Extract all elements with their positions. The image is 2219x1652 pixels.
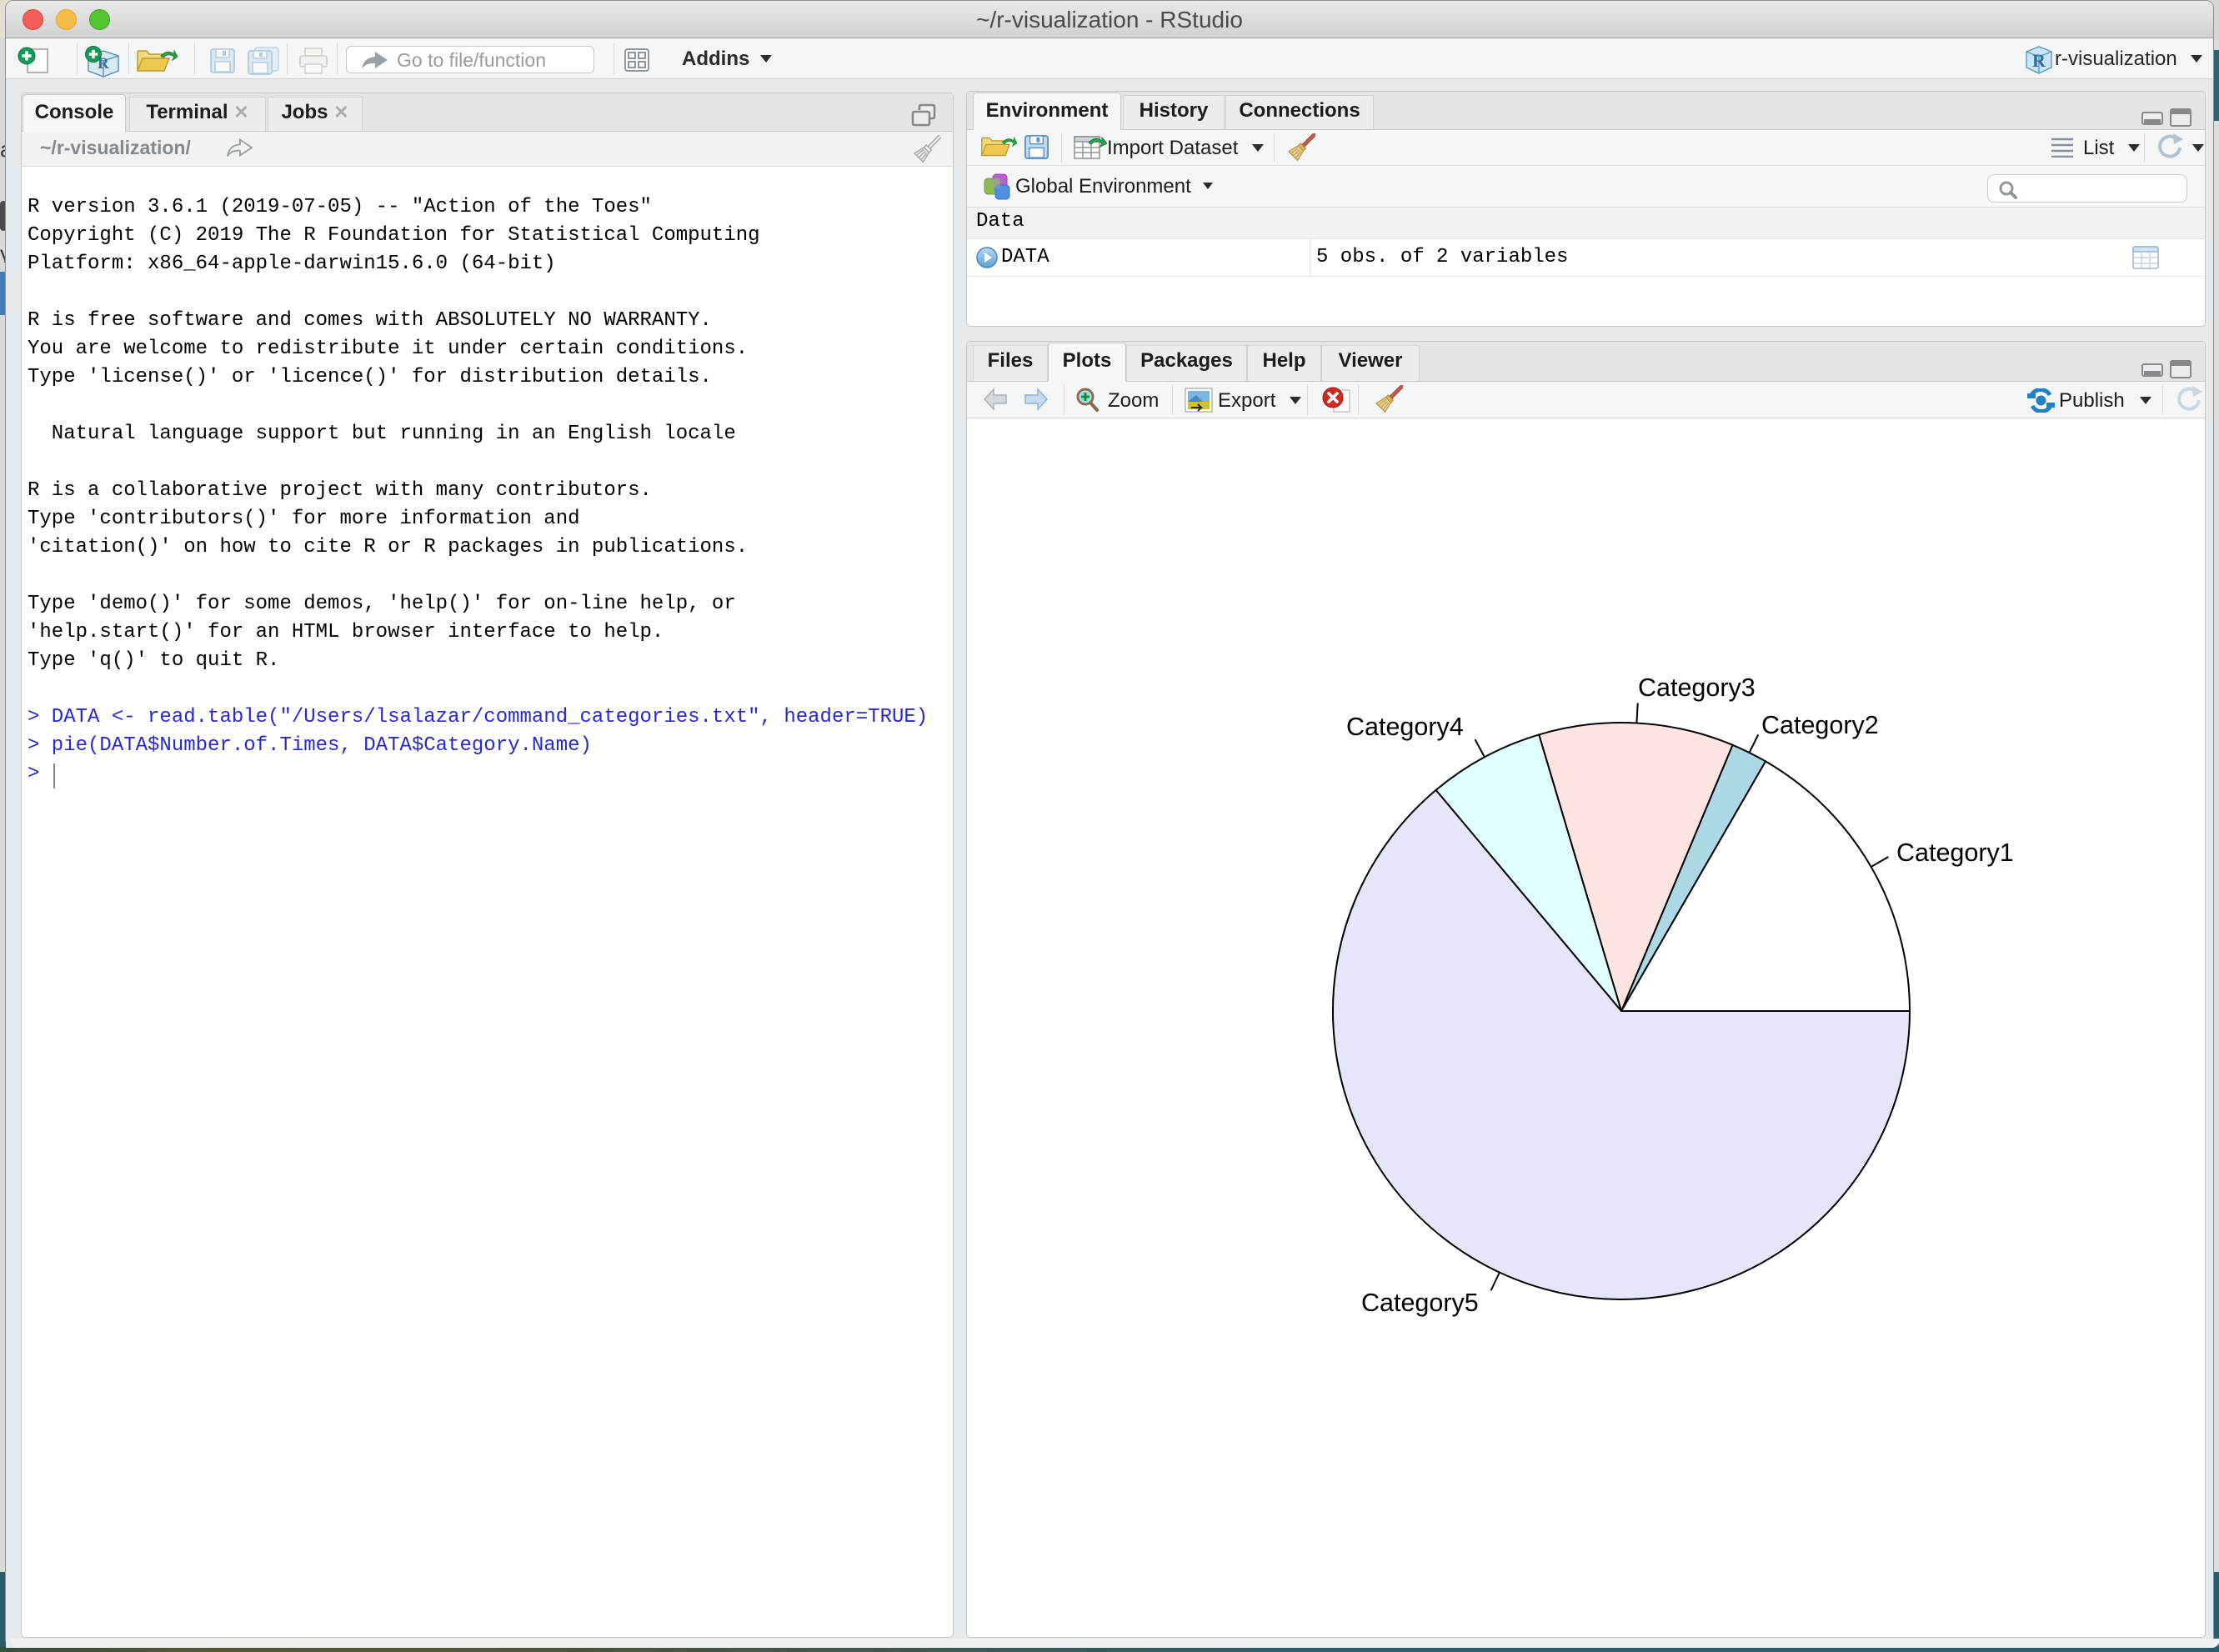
svg-text:R: R <box>2032 50 2046 71</box>
svg-text:Category3: Category3 <box>1638 673 1756 702</box>
svg-text:Category5: Category5 <box>1361 1289 1479 1317</box>
svg-text:Category4: Category4 <box>1346 713 1464 741</box>
svg-text:Category1: Category1 <box>1896 839 2014 867</box>
svg-text:Category2: Category2 <box>1761 711 1879 739</box>
